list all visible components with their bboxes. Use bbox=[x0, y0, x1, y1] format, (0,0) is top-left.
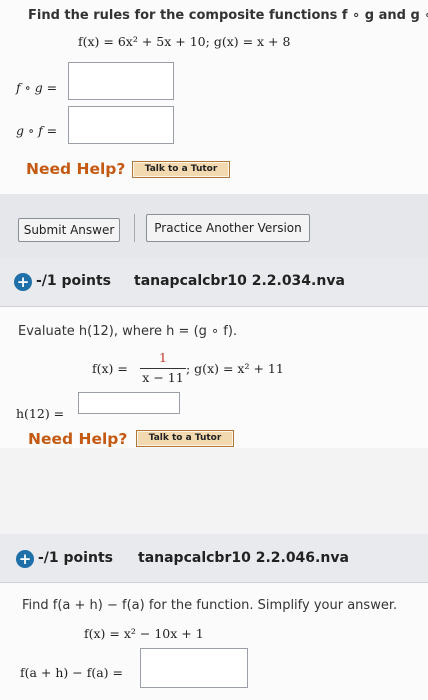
difference-answer-field[interactable] bbox=[140, 648, 248, 688]
problem-code: tanapcalcbr10 2.2.046.nva bbox=[138, 550, 349, 566]
fraction-bar bbox=[140, 368, 186, 369]
talk-to-tutor-button[interactable]: Talk to a Tutor bbox=[136, 430, 234, 447]
g-definition: ; g(x) = x² + 11 bbox=[186, 361, 284, 376]
h12-answer-field[interactable] bbox=[78, 392, 180, 414]
f-definition: f(x) = 6x² + 5x + 10; bbox=[78, 34, 210, 49]
problem-2-header: + -/1 points tanapcalcbr10 2.2.034.nva bbox=[0, 258, 428, 307]
need-help-label: Need Help? bbox=[26, 160, 126, 178]
gof-label: g ∘ f = bbox=[16, 123, 58, 138]
expand-plus-icon[interactable]: + bbox=[16, 550, 34, 568]
problem-2-panel: + -/1 points tanapcalcbr10 2.2.034.nva E… bbox=[0, 258, 428, 448]
button-bar: Submit Answer Practice Another Version bbox=[0, 194, 428, 258]
points-label: -/1 points bbox=[38, 550, 113, 566]
practice-another-version-button[interactable]: Practice Another Version bbox=[146, 214, 310, 242]
f-definition: f(x) = x² − 10x + 1 bbox=[84, 626, 204, 641]
h12-label: h(12) = bbox=[16, 406, 65, 421]
problem-3-header: + -/1 points tanapcalcbr10 2.2.046.nva bbox=[0, 534, 428, 583]
problem-code: tanapcalcbr10 2.2.034.nva bbox=[134, 273, 345, 289]
button-divider bbox=[134, 214, 135, 242]
fraction-numerator: 1 bbox=[159, 350, 167, 365]
g-definition: g(x) = x + 8 bbox=[213, 34, 291, 49]
fog-answer-field[interactable] bbox=[68, 62, 174, 100]
f-prefix: f(x) = bbox=[92, 361, 128, 376]
expand-plus-icon[interactable]: + bbox=[14, 273, 32, 291]
need-help-label: Need Help? bbox=[28, 430, 128, 448]
spacer-band bbox=[0, 448, 428, 534]
talk-to-tutor-button[interactable]: Talk to a Tutor bbox=[132, 161, 230, 178]
fraction-denominator: x − 11 bbox=[142, 370, 184, 385]
problem-1-f-definition: f(x) = 6x² + 5x + 10; g(x) = x + 8 bbox=[78, 34, 290, 49]
difference-quotient-label: f(a + h) − f(a) = bbox=[20, 665, 124, 680]
problem-2-prompt: Evaluate h(12), where h = (g ∘ f). bbox=[18, 324, 238, 339]
problem-1-prompt: Find the rules for the composite functio… bbox=[28, 8, 428, 23]
problem-3-prompt: Find f(a + h) − f(a) for the function. S… bbox=[22, 598, 398, 613]
gof-answer-field[interactable] bbox=[68, 106, 174, 144]
problem-1-panel: Find the rules for the composite functio… bbox=[0, 0, 428, 194]
points-label: -/1 points bbox=[36, 273, 111, 289]
submit-answer-button[interactable]: Submit Answer bbox=[18, 218, 120, 242]
fog-label: f ∘ g = bbox=[16, 80, 58, 95]
problem-3-panel: + -/1 points tanapcalcbr10 2.2.046.nva F… bbox=[0, 534, 428, 700]
